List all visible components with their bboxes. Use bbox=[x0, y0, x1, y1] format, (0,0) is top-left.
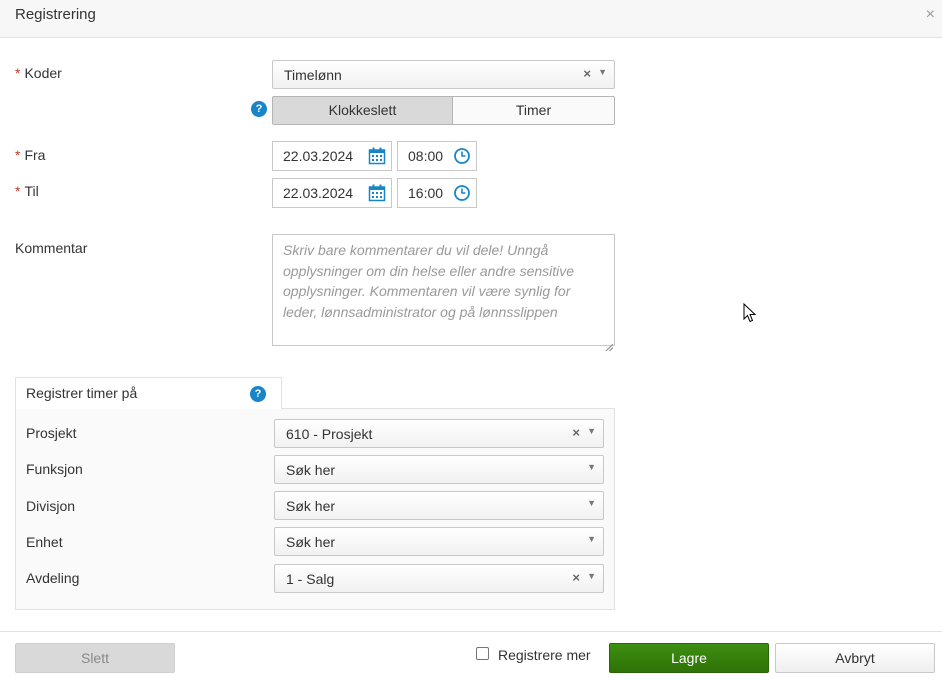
tab-label: Registrer timer på bbox=[26, 385, 138, 401]
clock-icon[interactable] bbox=[453, 184, 471, 205]
prosjekt-label: Prosjekt bbox=[26, 425, 77, 441]
dialog-header: Registrering × bbox=[0, 0, 942, 38]
help-icon[interactable]: ? bbox=[250, 386, 266, 402]
chevron-down-icon: ▼ bbox=[587, 571, 596, 581]
fra-time-input[interactable]: 08:00 bbox=[397, 141, 477, 171]
register-more-label[interactable]: Registrere mer bbox=[498, 647, 591, 663]
divisjon-select[interactable]: Søk her ▼ bbox=[274, 491, 604, 520]
koder-select[interactable]: Timelønn × ▼ bbox=[272, 60, 615, 89]
cancel-button[interactable]: Avbryt bbox=[775, 643, 935, 673]
toggle-klokkeslett[interactable]: Klokkeslett bbox=[272, 96, 453, 125]
prosjekt-select[interactable]: 610 - Prosjekt × ▼ bbox=[274, 419, 604, 448]
kommentar-label: Kommentar bbox=[15, 240, 88, 256]
fra-date-input[interactable]: 22.03.2024 bbox=[272, 141, 392, 171]
required-marker: * bbox=[15, 65, 21, 81]
funksjon-select[interactable]: Søk her ▼ bbox=[274, 455, 604, 484]
enhet-select[interactable]: Søk her ▼ bbox=[274, 527, 604, 556]
clear-icon[interactable]: × bbox=[572, 570, 580, 585]
enhet-label: Enhet bbox=[26, 534, 63, 550]
help-icon[interactable]: ? bbox=[251, 101, 267, 117]
divisjon-label: Divisjon bbox=[26, 498, 76, 514]
avdeling-select[interactable]: 1 - Salg × ▼ bbox=[274, 564, 604, 593]
koder-value: Timelønn bbox=[284, 67, 342, 83]
til-label: * Til bbox=[15, 183, 39, 199]
clear-icon[interactable]: × bbox=[572, 425, 580, 440]
close-icon[interactable]: × bbox=[926, 6, 935, 24]
funksjon-label: Funksjon bbox=[26, 461, 83, 477]
calendar-icon[interactable] bbox=[368, 184, 386, 205]
chevron-down-icon: ▼ bbox=[587, 426, 596, 436]
save-button[interactable]: Lagre bbox=[609, 643, 769, 673]
resize-handle-icon[interactable] bbox=[605, 336, 614, 352]
chevron-down-icon: ▼ bbox=[587, 498, 596, 508]
delete-button[interactable]: Slett bbox=[15, 643, 175, 673]
required-marker: * bbox=[15, 147, 21, 163]
kommentar-textarea[interactable]: Skriv bare kommentarer du vil dele! Unng… bbox=[272, 234, 615, 352]
dialog-title: Registrering bbox=[15, 6, 96, 23]
til-time-input[interactable]: 16:00 bbox=[397, 178, 477, 208]
fra-label: * Fra bbox=[15, 147, 46, 163]
chevron-down-icon: ▼ bbox=[598, 67, 607, 77]
clock-icon[interactable] bbox=[453, 147, 471, 168]
tab-registrer-timer[interactable]: Registrer timer på bbox=[15, 377, 282, 409]
chevron-down-icon: ▼ bbox=[587, 534, 596, 544]
kommentar-placeholder: Skriv bare kommentarer du vil dele! Unng… bbox=[283, 242, 575, 320]
calendar-icon[interactable] bbox=[368, 147, 386, 168]
required-marker: * bbox=[15, 183, 21, 199]
toggle-timer[interactable]: Timer bbox=[453, 96, 615, 125]
avdeling-label: Avdeling bbox=[26, 570, 80, 586]
mouse-cursor-icon bbox=[743, 302, 757, 326]
til-date-input[interactable]: 22.03.2024 bbox=[272, 178, 392, 208]
chevron-down-icon: ▼ bbox=[587, 462, 596, 472]
register-more-checkbox[interactable] bbox=[476, 647, 489, 660]
clear-icon[interactable]: × bbox=[583, 66, 591, 81]
koder-label: * Koder bbox=[15, 65, 62, 81]
